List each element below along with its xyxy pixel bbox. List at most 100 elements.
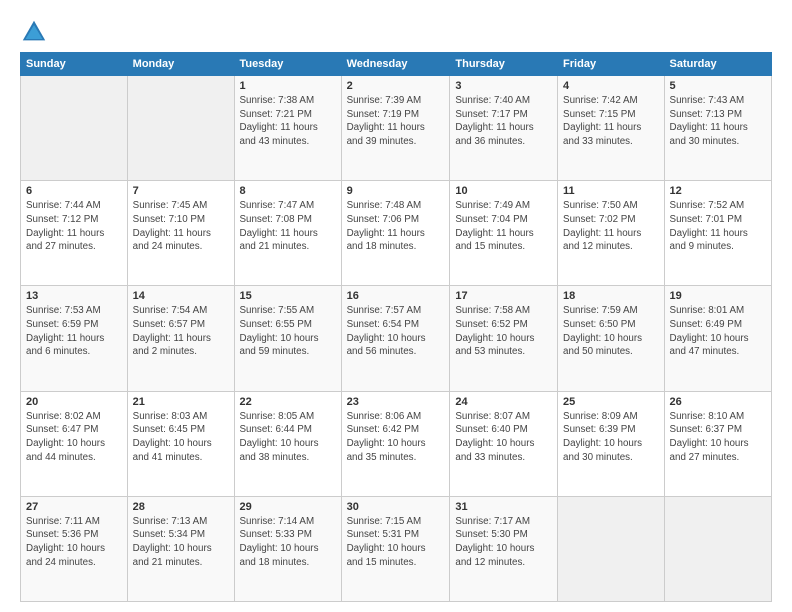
day-info: Sunrise: 8:09 AM Sunset: 6:39 PM Dayligh… (563, 410, 659, 465)
day-number: 8 (240, 185, 336, 197)
day-number: 2 (347, 80, 445, 92)
day-info: Sunrise: 7:54 AM Sunset: 6:57 PM Dayligh… (133, 304, 229, 359)
header (20, 18, 772, 46)
day-info: Sunrise: 7:42 AM Sunset: 7:15 PM Dayligh… (563, 94, 659, 149)
day-number: 22 (240, 396, 336, 408)
calendar-cell: 17Sunrise: 7:58 AM Sunset: 6:52 PM Dayli… (450, 286, 558, 391)
day-number: 29 (240, 501, 336, 513)
calendar-cell: 10 Sunrise: 7:49 AM Sunset: 7:04 PM Dayli… (450, 181, 558, 286)
column-header-monday: Monday (127, 53, 234, 76)
logo (20, 18, 52, 46)
day-info: Sunrise: 7:48 AM Sunset: 7:06 PM Dayligh… (347, 199, 445, 254)
column-header-saturday: Saturday (664, 53, 771, 76)
day-number: 23 (347, 396, 445, 408)
day-number: 1 (240, 80, 336, 92)
calendar-cell: 11Sunrise: 7:50 AM Sunset: 7:02 PM Dayli… (558, 181, 665, 286)
day-info: Sunrise: 7:39 AM Sunset: 7:19 PM Dayligh… (347, 94, 445, 149)
calendar-week-5: 27 Sunrise: 7:11 AM Sunset: 5:36 PM Dayli… (21, 496, 772, 601)
calendar-cell: 24 Sunrise: 8:07 AM Sunset: 6:40 PM Dayli… (450, 391, 558, 496)
calendar-week-1: 1Sunrise: 7:38 AM Sunset: 7:21 PM Daylig… (21, 76, 772, 181)
day-number: 17 (455, 290, 552, 302)
day-info: Sunrise: 7:50 AM Sunset: 7:02 PM Dayligh… (563, 199, 659, 254)
calendar-cell: 3Sunrise: 7:40 AM Sunset: 7:17 PM Daylig… (450, 76, 558, 181)
column-header-wednesday: Wednesday (341, 53, 450, 76)
calendar-cell: 7Sunrise: 7:45 AM Sunset: 7:10 PM Daylig… (127, 181, 234, 286)
day-number: 28 (133, 501, 229, 513)
calendar-cell: 22 Sunrise: 8:05 AM Sunset: 6:44 PM Dayli… (234, 391, 341, 496)
day-info: Sunrise: 8:06 AM Sunset: 6:42 PM Dayligh… (347, 410, 445, 465)
calendar-cell: 29 Sunrise: 7:14 AM Sunset: 5:33 PM Dayli… (234, 496, 341, 601)
day-info: Sunrise: 8:07 AM Sunset: 6:40 PM Dayligh… (455, 410, 552, 465)
day-info: Sunrise: 8:03 AM Sunset: 6:45 PM Dayligh… (133, 410, 229, 465)
day-info: Sunrise: 7:44 AM Sunset: 7:12 PM Dayligh… (26, 199, 122, 254)
day-number: 30 (347, 501, 445, 513)
day-number: 5 (670, 80, 766, 92)
calendar-cell: 4 Sunrise: 7:42 AM Sunset: 7:15 PM Daylig… (558, 76, 665, 181)
day-info: Sunrise: 8:10 AM Sunset: 6:37 PM Dayligh… (670, 410, 766, 465)
calendar-table: SundayMondayTuesdayWednesdayThursdayFrid… (20, 52, 772, 602)
calendar-cell: 13 Sunrise: 7:53 AM Sunset: 6:59 PM Dayli… (21, 286, 128, 391)
calendar-week-3: 13 Sunrise: 7:53 AM Sunset: 6:59 PM Dayli… (21, 286, 772, 391)
calendar-header-row: SundayMondayTuesdayWednesdayThursdayFrid… (21, 53, 772, 76)
calendar-cell: 1Sunrise: 7:38 AM Sunset: 7:21 PM Daylig… (234, 76, 341, 181)
day-number: 4 (563, 80, 659, 92)
calendar-cell: 2 Sunrise: 7:39 AM Sunset: 7:19 PM Daylig… (341, 76, 450, 181)
column-header-sunday: Sunday (21, 53, 128, 76)
day-number: 13 (26, 290, 122, 302)
calendar-cell: 21 Sunrise: 8:03 AM Sunset: 6:45 PM Dayli… (127, 391, 234, 496)
logo-icon (20, 18, 48, 46)
calendar-cell: 12 Sunrise: 7:52 AM Sunset: 7:01 PM Dayli… (664, 181, 771, 286)
calendar-cell: 31 Sunrise: 7:17 AM Sunset: 5:30 PM Dayli… (450, 496, 558, 601)
day-number: 9 (347, 185, 445, 197)
calendar-cell: 15 Sunrise: 7:55 AM Sunset: 6:55 PM Dayli… (234, 286, 341, 391)
day-number: 7 (133, 185, 229, 197)
calendar-cell: 26 Sunrise: 8:10 AM Sunset: 6:37 PM Dayli… (664, 391, 771, 496)
day-number: 21 (133, 396, 229, 408)
column-header-thursday: Thursday (450, 53, 558, 76)
day-info: Sunrise: 7:14 AM Sunset: 5:33 PM Dayligh… (240, 515, 336, 570)
calendar-cell: 19Sunrise: 8:01 AM Sunset: 6:49 PM Dayli… (664, 286, 771, 391)
column-header-friday: Friday (558, 53, 665, 76)
calendar-cell: 16Sunrise: 7:57 AM Sunset: 6:54 PM Dayli… (341, 286, 450, 391)
day-number: 24 (455, 396, 552, 408)
day-info: Sunrise: 7:55 AM Sunset: 6:55 PM Dayligh… (240, 304, 336, 359)
day-info: Sunrise: 7:11 AM Sunset: 5:36 PM Dayligh… (26, 515, 122, 570)
day-info: Sunrise: 7:13 AM Sunset: 5:34 PM Dayligh… (133, 515, 229, 570)
day-info: Sunrise: 7:59 AM Sunset: 6:50 PM Dayligh… (563, 304, 659, 359)
calendar-cell: 14 Sunrise: 7:54 AM Sunset: 6:57 PM Dayli… (127, 286, 234, 391)
day-number: 6 (26, 185, 122, 197)
day-info: Sunrise: 8:05 AM Sunset: 6:44 PM Dayligh… (240, 410, 336, 465)
calendar-cell: 30 Sunrise: 7:15 AM Sunset: 5:31 PM Dayli… (341, 496, 450, 601)
day-number: 20 (26, 396, 122, 408)
day-number: 10 (455, 185, 552, 197)
calendar-cell (664, 496, 771, 601)
day-info: Sunrise: 8:02 AM Sunset: 6:47 PM Dayligh… (26, 410, 122, 465)
calendar-cell: 20 Sunrise: 8:02 AM Sunset: 6:47 PM Dayli… (21, 391, 128, 496)
page: SundayMondayTuesdayWednesdayThursdayFrid… (0, 0, 792, 612)
day-info: Sunrise: 7:17 AM Sunset: 5:30 PM Dayligh… (455, 515, 552, 570)
day-number: 31 (455, 501, 552, 513)
day-number: 14 (133, 290, 229, 302)
day-info: Sunrise: 7:47 AM Sunset: 7:08 PM Dayligh… (240, 199, 336, 254)
day-info: Sunrise: 7:43 AM Sunset: 7:13 PM Dayligh… (670, 94, 766, 149)
calendar-cell: 23 Sunrise: 8:06 AM Sunset: 6:42 PM Dayli… (341, 391, 450, 496)
column-header-tuesday: Tuesday (234, 53, 341, 76)
day-number: 25 (563, 396, 659, 408)
calendar-cell: 18Sunrise: 7:59 AM Sunset: 6:50 PM Dayli… (558, 286, 665, 391)
day-number: 27 (26, 501, 122, 513)
calendar-cell: 6 Sunrise: 7:44 AM Sunset: 7:12 PM Daylig… (21, 181, 128, 286)
calendar-cell (558, 496, 665, 601)
day-info: Sunrise: 7:53 AM Sunset: 6:59 PM Dayligh… (26, 304, 122, 359)
day-number: 26 (670, 396, 766, 408)
day-number: 15 (240, 290, 336, 302)
calendar-cell (127, 76, 234, 181)
day-number: 12 (670, 185, 766, 197)
calendar-cell (21, 76, 128, 181)
day-number: 19 (670, 290, 766, 302)
calendar-week-2: 6 Sunrise: 7:44 AM Sunset: 7:12 PM Daylig… (21, 181, 772, 286)
day-info: Sunrise: 7:49 AM Sunset: 7:04 PM Dayligh… (455, 199, 552, 254)
day-info: Sunrise: 7:15 AM Sunset: 5:31 PM Dayligh… (347, 515, 445, 570)
calendar-cell: 9 Sunrise: 7:48 AM Sunset: 7:06 PM Daylig… (341, 181, 450, 286)
day-info: Sunrise: 7:52 AM Sunset: 7:01 PM Dayligh… (670, 199, 766, 254)
day-info: Sunrise: 7:57 AM Sunset: 6:54 PM Dayligh… (347, 304, 445, 359)
